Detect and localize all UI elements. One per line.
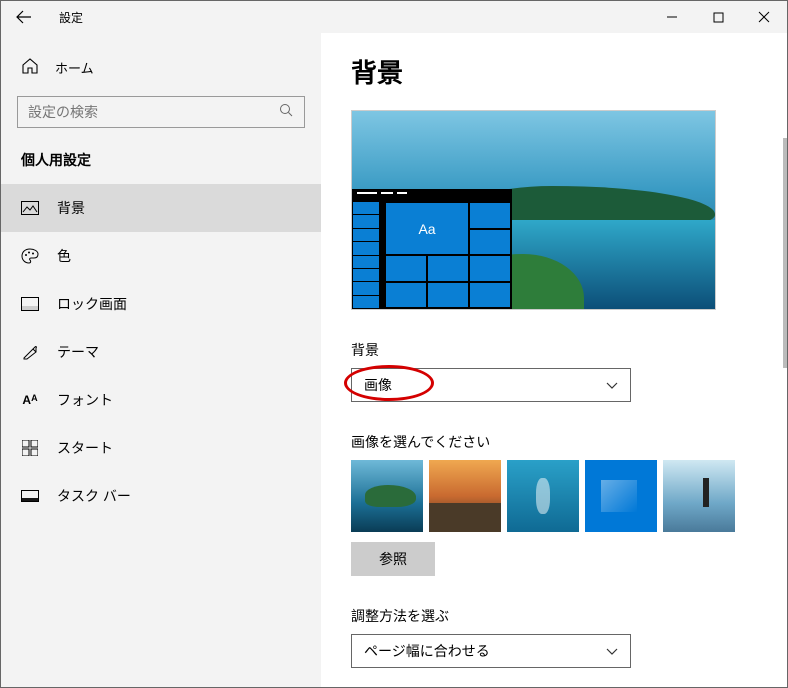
fit-label: 調整方法を選ぶ bbox=[351, 606, 771, 626]
nav-item-lockscreen[interactable]: ロック画面 bbox=[1, 280, 321, 328]
window-controls bbox=[649, 1, 787, 33]
nav-item-start[interactable]: スタート bbox=[1, 424, 321, 472]
search-input[interactable] bbox=[28, 104, 279, 120]
chevron-down-icon bbox=[606, 377, 618, 393]
section-title: 個人用設定 bbox=[1, 150, 321, 184]
nav-label: スタート bbox=[57, 438, 113, 458]
preview-accent-tile: Aa bbox=[386, 203, 468, 254]
maximize-icon bbox=[713, 12, 724, 23]
font-icon: AA bbox=[21, 393, 39, 407]
choose-picture-label: 画像を選んでください bbox=[351, 432, 771, 452]
picture-thumb-4[interactable] bbox=[585, 460, 657, 532]
picture-thumb-5[interactable] bbox=[663, 460, 735, 532]
main-panel: 背景 Aa 背景 画像 bbox=[321, 33, 787, 687]
nav-item-themes[interactable]: テーマ bbox=[1, 328, 321, 376]
nav-label: フォント bbox=[57, 390, 113, 410]
titlebar: 設定 bbox=[1, 1, 787, 33]
window-title: 設定 bbox=[59, 9, 83, 26]
search-box[interactable] bbox=[17, 96, 305, 128]
nav-label: ロック画面 bbox=[57, 294, 127, 314]
dropdown-value: 画像 bbox=[364, 375, 392, 395]
start-icon bbox=[21, 440, 39, 456]
home-icon bbox=[21, 57, 39, 78]
background-label: 背景 bbox=[351, 340, 771, 360]
fit-dropdown[interactable]: ページ幅に合わせる bbox=[351, 634, 631, 668]
palette-icon bbox=[21, 248, 39, 264]
browse-button[interactable]: 参照 bbox=[351, 542, 435, 576]
home-link[interactable]: ホーム bbox=[1, 43, 321, 90]
lockscreen-icon bbox=[21, 297, 39, 311]
dropdown-value: ページ幅に合わせる bbox=[364, 641, 490, 661]
background-type-dropdown[interactable]: 画像 bbox=[351, 368, 631, 402]
nav-label: 色 bbox=[57, 246, 71, 266]
sidebar: ホーム 個人用設定 背景 色 ロック画面 テーマ AA フォント bbox=[1, 33, 321, 687]
scrollbar-thumb[interactable] bbox=[783, 138, 787, 368]
nav-label: 背景 bbox=[57, 198, 85, 218]
picture-icon bbox=[21, 201, 39, 215]
nav-label: テーマ bbox=[57, 342, 99, 362]
page-title: 背景 bbox=[351, 53, 771, 90]
minimize-button[interactable] bbox=[649, 1, 695, 33]
nav-item-taskbar[interactable]: タスク バー bbox=[1, 472, 321, 520]
desktop-preview: Aa bbox=[351, 110, 716, 310]
picture-thumb-3[interactable] bbox=[507, 460, 579, 532]
search-icon bbox=[279, 103, 294, 121]
nav-item-background[interactable]: 背景 bbox=[1, 184, 321, 232]
picture-thumb-2[interactable] bbox=[429, 460, 501, 532]
home-label: ホーム bbox=[55, 58, 94, 77]
nav-item-colors[interactable]: 色 bbox=[1, 232, 321, 280]
nav-label: タスク バー bbox=[57, 486, 131, 506]
chevron-down-icon bbox=[606, 643, 618, 659]
nav-item-fonts[interactable]: AA フォント bbox=[1, 376, 321, 424]
taskbar-icon bbox=[21, 490, 39, 502]
back-button[interactable] bbox=[1, 1, 47, 33]
close-icon bbox=[758, 11, 770, 23]
minimize-icon bbox=[666, 11, 678, 23]
back-arrow-icon bbox=[16, 9, 32, 25]
maximize-button[interactable] bbox=[695, 1, 741, 33]
picture-thumbnails bbox=[351, 460, 771, 532]
picture-thumb-1[interactable] bbox=[351, 460, 423, 532]
theme-icon bbox=[21, 344, 39, 360]
preview-start-menu: Aa bbox=[352, 189, 512, 309]
close-button[interactable] bbox=[741, 1, 787, 33]
